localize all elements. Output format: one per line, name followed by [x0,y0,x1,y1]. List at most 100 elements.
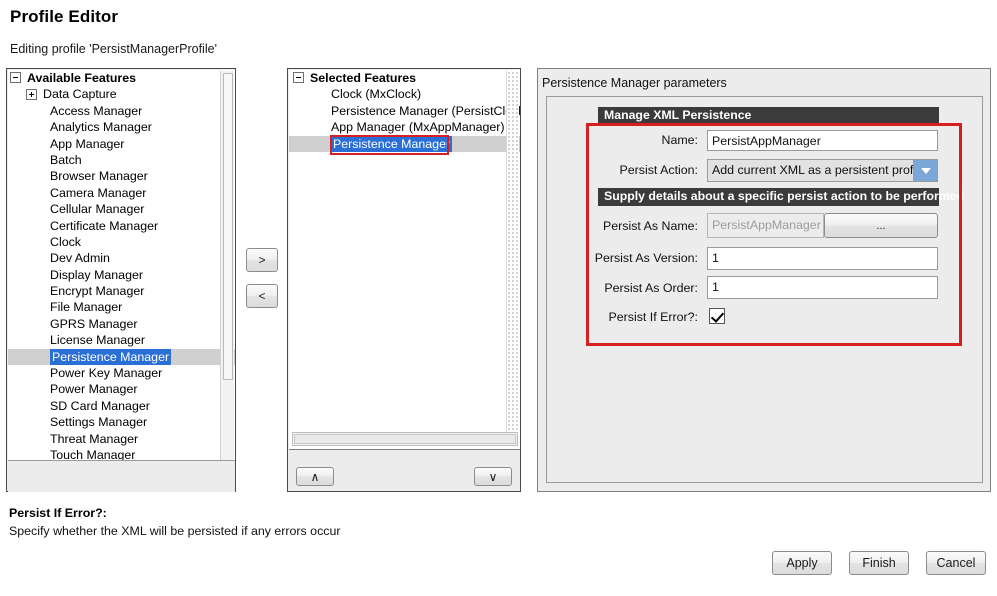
available-list-item-label: Encrypt Manager [50,283,144,299]
available-list-item[interactable]: Display Manager [8,267,235,283]
persist-if-error-label: Persist If Error?: [588,310,698,324]
available-list-item-label: Threat Manager [50,431,138,447]
selected-list-item[interactable]: Persistence Manager (PersistClock) [289,103,520,119]
available-list-item[interactable]: Browser Manager [8,168,235,184]
available-list-item[interactable]: Persistence Manager [8,349,235,365]
available-list-item-label: Camera Manager [50,185,146,201]
finish-button[interactable]: Finish [849,551,909,575]
available-list-item-label: Access Manager [50,103,142,119]
selected-list-horizontal-scrollbar[interactable] [292,432,518,446]
available-list-item[interactable]: SD Card Manager [8,398,235,414]
available-list-item[interactable]: Clock [8,234,235,250]
available-list-item[interactable]: App Manager [8,136,235,152]
persist-as-version-label: Persist As Version: [578,251,698,265]
available-list-item[interactable]: Power Key Manager [8,365,235,381]
available-list-item-label: Power Key Manager [50,365,162,381]
available-list-item-label: Persistence Manager [50,349,171,365]
available-features-root-row[interactable]: Available Features [8,70,235,86]
available-list-item[interactable]: Cellular Manager [8,201,235,217]
available-list-item-label: Settings Manager [50,414,147,430]
available-features-panel: Available Features Data CaptureAccess Ma… [6,68,236,492]
available-list-item[interactable]: GPRS Manager [8,316,235,332]
available-list-item[interactable]: Threat Manager [8,431,235,447]
available-list-item[interactable]: Touch Manager [8,447,235,461]
selected-list-item-label: Persistence Manager [331,136,452,152]
available-list-item-label: License Manager [50,332,145,348]
expand-icon[interactable] [26,89,37,100]
available-list-item-label: Analytics Manager [50,119,152,135]
available-list-item[interactable]: Analytics Manager [8,119,235,135]
available-list-item-label: Data Capture [43,86,117,102]
persist-if-error-checkbox[interactable] [709,308,725,324]
available-list-item[interactable]: Dev Admin [8,250,235,266]
available-features-items: Data CaptureAccess ManagerAnalytics Mana… [8,86,235,461]
selected-list-item-label: Clock (MxClock) [331,86,421,102]
available-list-item[interactable]: Power Manager [8,381,235,397]
available-list-vertical-scrollbar[interactable] [220,71,234,461]
chevron-down-icon[interactable] [913,160,937,181]
available-list-item[interactable]: Settings Manager [8,414,235,430]
page-title: Profile Editor [10,7,118,27]
selected-features-root-row[interactable]: Selected Features [289,70,520,86]
move-up-button[interactable]: ∧ [296,467,334,486]
available-list-item-label: File Manager [50,299,122,315]
section-header-supply-details: Supply details about a specific persist … [598,188,939,206]
selected-list-item[interactable]: Clock (MxClock) [289,86,520,102]
persist-action-label: Persist Action: [588,163,698,177]
available-features-list[interactable]: Available Features Data CaptureAccess Ma… [8,70,235,461]
browse-button[interactable]: ... [824,213,938,238]
available-list-item[interactable]: Encrypt Manager [8,283,235,299]
selected-list-vertical-scrollbar[interactable] [506,71,519,436]
help-description: Specify whether the XML will be persiste… [9,524,340,538]
selected-list-item[interactable]: App Manager (MxAppManager) [289,119,520,135]
available-list-item[interactable]: Data Capture [8,86,235,102]
collapse-icon[interactable] [10,72,21,83]
persist-action-select[interactable]: Add current XML as a persistent profile [707,159,938,182]
persist-as-name-label: Persist As Name: [588,219,698,233]
available-list-item-label: SD Card Manager [50,398,150,414]
help-title: Persist If Error?: [9,506,107,520]
selected-features-panel: Selected Features Clock (MxClock)Persist… [287,68,521,492]
available-list-item-label: App Manager [50,136,124,152]
persist-as-order-label: Persist As Order: [578,281,698,295]
parameters-panel-title: Persistence Manager parameters [542,76,727,90]
editing-profile-subtitle: Editing profile 'PersistManagerProfile' [10,42,217,56]
available-list-item-label: Certificate Manager [50,218,158,234]
persist-as-name-input[interactable]: PersistAppManager [707,213,824,238]
available-list-item-label: Power Manager [50,381,137,397]
selected-list-item-label: App Manager (MxAppManager) [331,119,505,135]
available-list-item-label: GPRS Manager [50,316,137,332]
available-list-item-label: Clock [50,234,81,250]
available-list-item-label: Dev Admin [50,250,110,266]
cancel-button[interactable]: Cancel [926,551,986,575]
move-down-button[interactable]: ∨ [474,467,512,486]
scrollbar-thumb[interactable] [223,73,233,380]
available-list-item-label: Display Manager [50,267,143,283]
available-list-item[interactable]: Certificate Manager [8,218,235,234]
available-list-item-label: Browser Manager [50,168,148,184]
available-list-item[interactable]: Access Manager [8,103,235,119]
selected-list-item-label: Persistence Manager (PersistClock) [331,103,520,119]
available-list-item[interactable]: Camera Manager [8,185,235,201]
available-list-item-label: Touch Manager [50,447,135,461]
available-list-item[interactable]: File Manager [8,299,235,315]
selected-features-root-label: Selected Features [310,70,416,86]
remove-feature-button[interactable]: < [246,284,278,308]
apply-button[interactable]: Apply [772,551,832,575]
name-input[interactable]: PersistAppManager [707,130,938,151]
available-list-item-label: Cellular Manager [50,201,144,217]
name-label: Name: [608,133,698,147]
available-list-item[interactable]: Batch [8,152,235,168]
scrollbar-thumb[interactable] [294,434,516,444]
persist-as-version-input[interactable]: 1 [707,247,938,270]
selected-features-items: Clock (MxClock)Persistence Manager (Pers… [289,86,520,152]
available-list-item[interactable]: License Manager [8,332,235,348]
persist-as-order-input[interactable]: 1 [707,276,938,299]
add-feature-button[interactable]: > [246,248,278,272]
collapse-icon[interactable] [293,72,304,83]
persist-action-value: Add current XML as a persistent profile [712,160,926,181]
selected-list-item[interactable]: Persistence Manager [289,136,520,152]
available-list-item-label: Batch [50,152,82,168]
selected-features-list[interactable]: Selected Features Clock (MxClock)Persist… [289,70,520,450]
profile-editor-window: Profile Editor Editing profile 'PersistM… [0,0,997,596]
